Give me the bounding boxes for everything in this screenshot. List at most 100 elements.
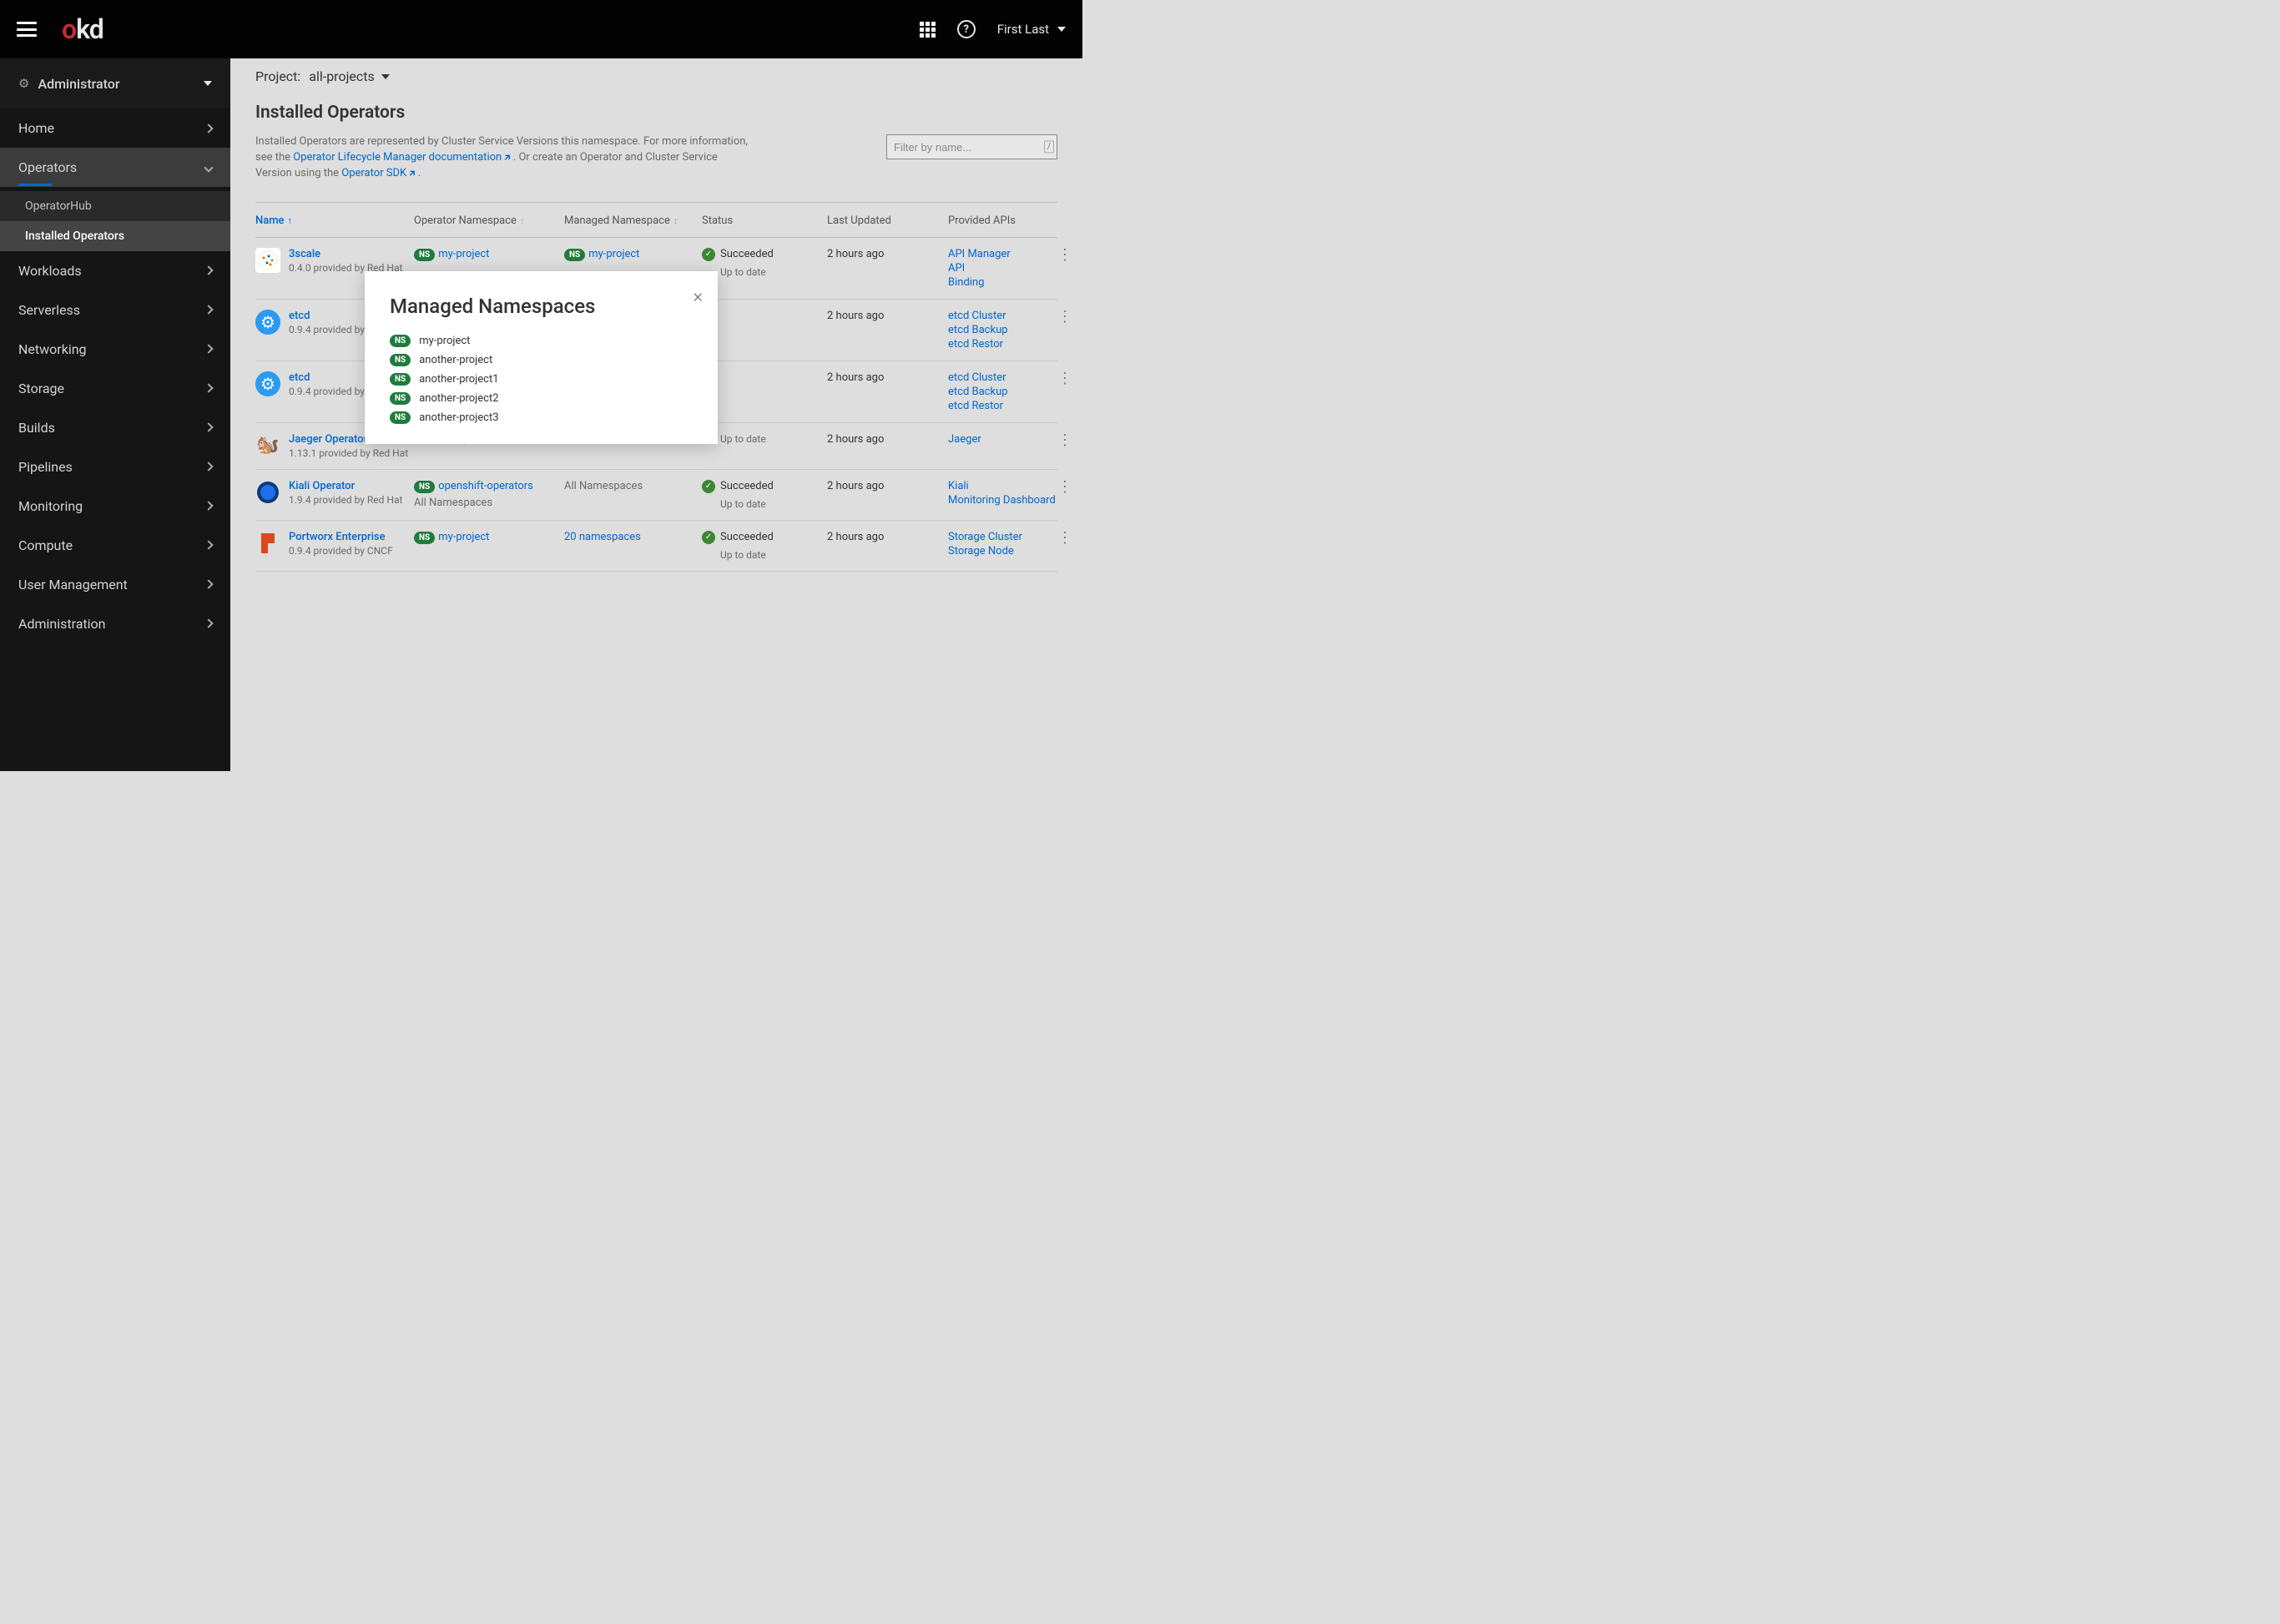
sidebar-item-builds[interactable]: Builds xyxy=(0,408,230,447)
sidebar-item-serverless[interactable]: Serverless xyxy=(0,290,230,330)
operator-icon xyxy=(255,248,280,273)
operator-version: 1.9.4 provided by Red Hat xyxy=(289,494,402,506)
namespace-link[interactable]: my-project xyxy=(438,248,489,260)
operator-name-link[interactable]: 3scale xyxy=(289,248,402,260)
last-updated-cell: 2 hours ago xyxy=(827,433,948,446)
api-link[interactable]: Storage Cluster xyxy=(948,531,1057,543)
operator-namespace-cell: NSopenshift-operatorsAll Namespaces xyxy=(414,480,564,509)
sidebar-item-home[interactable]: Home xyxy=(0,108,230,148)
namespace-link[interactable]: openshift-operators xyxy=(438,480,533,492)
chevron-icon xyxy=(204,618,213,628)
perspective-switcher[interactable]: ⚙ Administrator xyxy=(0,58,230,108)
sidebar-item-operators[interactable]: Operators xyxy=(0,148,230,187)
api-link[interactable]: etcd Cluster xyxy=(948,371,1057,384)
table-row: Kiali Operator 1.9.4 provided by Red Hat N… xyxy=(255,470,1057,521)
col-operator-namespace[interactable]: Operator Namespace↕ xyxy=(414,214,564,227)
api-link[interactable]: Kiali xyxy=(948,480,1057,492)
chevron-icon xyxy=(204,124,213,133)
chevron-icon xyxy=(204,383,213,392)
api-link[interactable]: Monitoring Dashboard xyxy=(948,494,1057,507)
external-link-icon: 🡵 xyxy=(504,151,510,164)
table-row: Portworx Enterprise 0.9.4 provided by CNC… xyxy=(255,521,1057,572)
modal-namespace-item[interactable]: NSanother-project1 xyxy=(390,373,693,386)
operator-version: 0.9.4 provided by CNCF xyxy=(289,545,393,557)
modal-close-button[interactable]: × xyxy=(693,286,703,307)
menu-toggle-button[interactable] xyxy=(17,22,37,37)
kebab-menu-button[interactable]: ⋮ xyxy=(1057,433,1073,448)
sidebar-item-pipelines[interactable]: Pipelines xyxy=(0,447,230,487)
page-description: Installed Operators are represented by C… xyxy=(255,134,748,182)
api-link[interactable]: API xyxy=(948,262,1057,275)
namespace-link[interactable]: 20 namespaces xyxy=(564,531,641,543)
olm-doc-link[interactable]: Operator Lifecycle Manager documentation… xyxy=(293,151,510,164)
sidebar-sub-installed-operators[interactable]: Installed Operators xyxy=(0,221,230,251)
kebab-menu-button[interactable]: ⋮ xyxy=(1057,531,1073,546)
status-cell: ✓SucceededUp to date xyxy=(702,480,827,510)
kebab-menu-button[interactable]: ⋮ xyxy=(1057,371,1073,386)
sidebar-sub-operatorhub[interactable]: OperatorHub xyxy=(0,191,230,221)
api-link[interactable]: etcd Backup xyxy=(948,324,1057,336)
ns-badge: NS xyxy=(414,481,435,493)
sidebar-item-workloads[interactable]: Workloads xyxy=(0,251,230,290)
sidebar-item-compute[interactable]: Compute xyxy=(0,526,230,565)
chevron-icon xyxy=(204,265,213,275)
kebab-menu-button[interactable]: ⋮ xyxy=(1057,310,1073,325)
provided-apis-cell: etcd Cluster etcd Backup etcd Restor xyxy=(948,310,1057,351)
kebab-menu-button[interactable]: ⋮ xyxy=(1057,480,1073,495)
operator-name-link[interactable]: Portworx Enterprise xyxy=(289,531,393,543)
api-link[interactable]: API Manager xyxy=(948,248,1057,260)
modal-namespace-item[interactable]: NSmy-project xyxy=(390,335,693,347)
col-name[interactable]: Name↑ xyxy=(255,214,414,227)
col-managed-namespace[interactable]: Managed Namespace↕ xyxy=(564,214,702,227)
ns-badge: NS xyxy=(564,249,585,261)
user-name: First Last xyxy=(997,22,1049,37)
operator-icon xyxy=(255,531,280,556)
managed-namespace-cell: NSmy-project xyxy=(564,248,702,261)
sidebar-item-monitoring[interactable]: Monitoring xyxy=(0,487,230,526)
external-link-icon: 🡵 xyxy=(409,167,415,180)
sort-asc-icon: ↑ xyxy=(288,215,293,226)
operator-name-link[interactable]: Kiali Operator xyxy=(289,480,402,492)
api-link[interactable]: Storage Node xyxy=(948,545,1057,557)
modal-namespace-item[interactable]: NSanother-project2 xyxy=(390,392,693,405)
namespace-link[interactable]: my-project xyxy=(438,531,489,543)
status-cell: ✓SucceededUp to date xyxy=(702,531,827,561)
sidebar-item-administration[interactable]: Administration xyxy=(0,604,230,643)
api-link[interactable]: etcd Backup xyxy=(948,386,1057,398)
col-last-updated: Last Updated xyxy=(827,214,948,227)
col-provided-apis: Provided APIs xyxy=(948,214,1057,227)
help-icon[interactable]: ? xyxy=(957,20,976,38)
sidebar-item-networking[interactable]: Networking xyxy=(0,330,230,369)
sidebar-item-user-management[interactable]: User Management xyxy=(0,565,230,604)
last-updated-cell: 2 hours ago xyxy=(827,371,948,384)
api-link[interactable]: etcd Cluster xyxy=(948,310,1057,322)
caret-down-icon xyxy=(1057,27,1066,32)
api-link[interactable]: Binding xyxy=(948,276,1057,289)
filter-input[interactable] xyxy=(886,134,1057,159)
operator-icon: ⚙ xyxy=(255,371,280,396)
sidebar-item-storage[interactable]: Storage xyxy=(0,369,230,408)
last-updated-cell: 2 hours ago xyxy=(827,480,948,492)
last-updated-cell: 2 hours ago xyxy=(827,310,948,322)
api-link[interactable]: etcd Restor xyxy=(948,400,1057,412)
project-label: Project: xyxy=(255,68,300,84)
ns-badge: NS xyxy=(390,411,411,424)
user-menu[interactable]: First Last xyxy=(997,22,1066,37)
caret-down-icon xyxy=(204,81,212,86)
modal-namespace-item[interactable]: NSanother-project3 xyxy=(390,411,693,424)
topbar: okd ? First Last xyxy=(0,0,1082,58)
api-link[interactable]: Jaeger xyxy=(948,433,1057,446)
operator-namespace-cell: NSmy-project xyxy=(414,531,564,544)
project-selector[interactable]: all-projects xyxy=(309,68,389,84)
provided-apis-cell: Jaeger xyxy=(948,433,1057,446)
operator-version: 1.13.1 provided by Red Hat xyxy=(289,447,408,459)
operator-sdk-link[interactable]: Operator SDK🡵 xyxy=(341,167,415,179)
ns-badge: NS xyxy=(390,335,411,347)
kebab-menu-button[interactable]: ⋮ xyxy=(1057,248,1073,263)
namespace-link[interactable]: my-project xyxy=(588,248,639,260)
sort-icon: ↕ xyxy=(520,215,525,226)
api-link[interactable]: etcd Restor xyxy=(948,338,1057,351)
page-title: Installed Operators xyxy=(255,103,1057,123)
app-launcher-icon[interactable] xyxy=(920,22,936,38)
modal-namespace-item[interactable]: NSanother-project xyxy=(390,354,693,366)
